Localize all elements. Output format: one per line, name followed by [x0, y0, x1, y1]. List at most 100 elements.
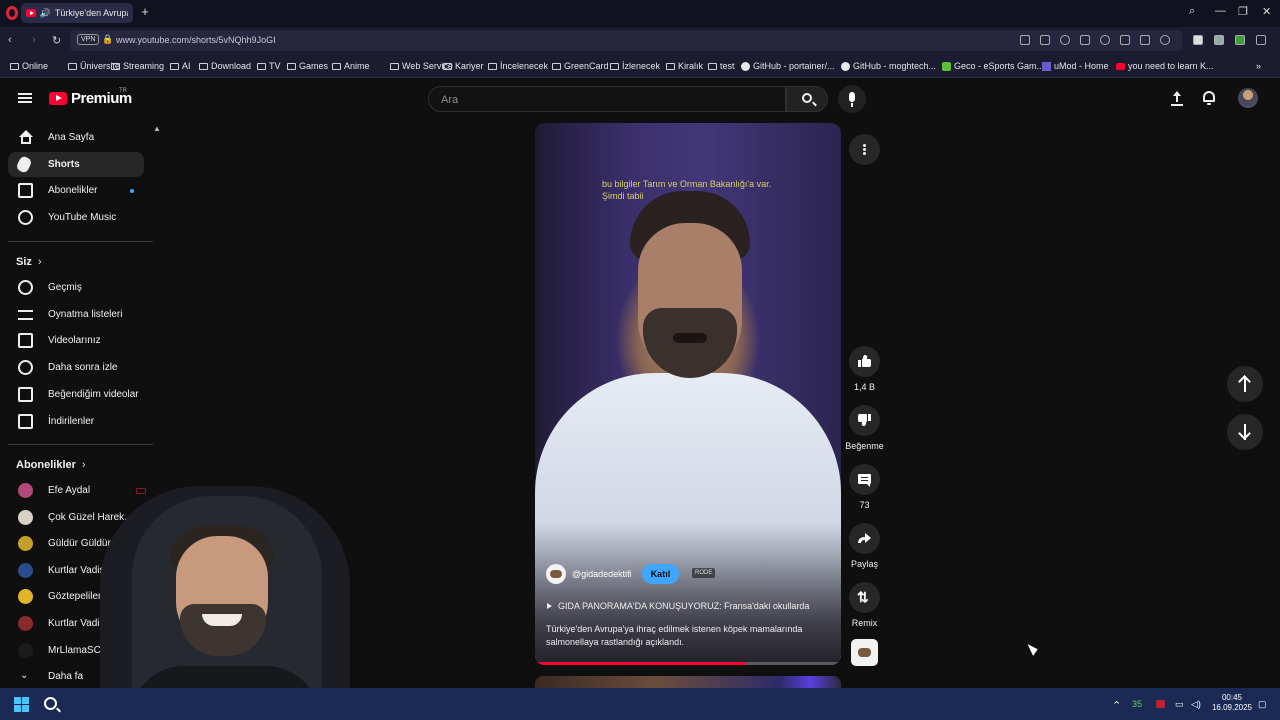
- sidebar-item[interactable]: Abonelikler: [8, 178, 144, 203]
- shield-icon[interactable]: [1060, 35, 1070, 45]
- url-text[interactable]: www.youtube.com/shorts/5vNQhh9JoGI: [116, 35, 276, 45]
- bookmark-item[interactable]: İzlenecek: [610, 61, 660, 71]
- more-bookmarks-icon[interactable]: »: [1256, 61, 1261, 71]
- windows-start-icon[interactable]: [14, 697, 29, 712]
- bookmark-item[interactable]: İncelenecek: [488, 61, 548, 71]
- back-button[interactable]: ‹: [8, 34, 12, 46]
- taskbar-search-icon[interactable]: [44, 697, 57, 710]
- bookmark-item[interactable]: Anime: [332, 61, 370, 71]
- search-input[interactable]: [441, 93, 761, 107]
- sidebar-item[interactable]: Videolarınız: [8, 328, 144, 353]
- subscriptions-section-title[interactable]: Abonelikler ›: [16, 459, 86, 471]
- menu-icon[interactable]: [1140, 35, 1150, 45]
- voice-search-button[interactable]: [838, 85, 866, 113]
- playlist-link[interactable]: GIDA PANORAMA'DA KONUŞUYORUZ: Fransa'dak…: [547, 601, 809, 611]
- previous-short-button[interactable]: [1227, 366, 1263, 402]
- browser-tab-active[interactable]: 🔊 Türkiye'den Avrupa'y: [21, 3, 133, 23]
- bookmark-item[interactable]: GreenCard: [552, 61, 609, 71]
- notification-icon[interactable]: ▢: [1258, 699, 1267, 710]
- tray-overflow-icon[interactable]: ⌃: [1112, 699, 1121, 712]
- shorts-video-player[interactable]: bu bilgiler Tarım ve Orman Bakanlığı'a v…: [535, 123, 841, 665]
- bookmark-item[interactable]: you need to learn K...: [1116, 61, 1214, 71]
- browser-search-icon[interactable]: ⌕: [1189, 5, 1195, 18]
- network-icon[interactable]: ▭: [1175, 699, 1184, 710]
- sidebar-item[interactable]: Shorts: [8, 151, 144, 177]
- heart-icon[interactable]: [1100, 35, 1110, 45]
- bookmark-item[interactable]: Games: [287, 61, 328, 71]
- video-description[interactable]: Türkiye'den Avrupa'ya ihraç edilmek iste…: [546, 623, 831, 649]
- sidebar-item[interactable]: Daha sonra izle: [8, 355, 144, 380]
- upload-icon[interactable]: [1170, 91, 1184, 107]
- speaker-icon[interactable]: 🔊: [40, 8, 51, 19]
- sidebar-scroll-up-icon[interactable]: ▲: [153, 124, 161, 133]
- lock-icon[interactable]: 🔒: [102, 34, 113, 45]
- sidebar-item[interactable]: Beğendiğim videolar: [8, 382, 144, 407]
- next-short-button[interactable]: [1227, 414, 1263, 450]
- bookmark-item[interactable]: TV: [257, 61, 281, 71]
- dislike-button[interactable]: [849, 405, 880, 436]
- more-options-button[interactable]: [849, 134, 880, 165]
- join-button[interactable]: Katıl: [641, 564, 680, 584]
- channel-name-link[interactable]: @gidadedektifi: [572, 569, 632, 579]
- forward-button[interactable]: ›: [32, 34, 36, 46]
- remix-button[interactable]: ⇅: [849, 582, 880, 613]
- sidebar-item[interactable]: YouTube Music: [8, 205, 144, 230]
- notifications-bell-icon[interactable]: [1202, 90, 1216, 106]
- download-icon[interactable]: [1120, 35, 1130, 45]
- bookmark-item[interactable]: test: [708, 61, 735, 71]
- sidebar-item[interactable]: Oynatma listeleri: [8, 302, 144, 327]
- account-icon[interactable]: [1160, 35, 1170, 45]
- play-icon[interactable]: [1080, 35, 1090, 45]
- adblock-icon[interactable]: [1214, 35, 1224, 45]
- channel-avatar[interactable]: [546, 564, 566, 584]
- close-window-button[interactable]: ✕: [1262, 5, 1271, 18]
- maximize-button[interactable]: ❐: [1238, 5, 1248, 18]
- tray-badge-green[interactable]: 35: [1132, 699, 1142, 709]
- sidebar-item-label: Abonelikler: [48, 185, 98, 197]
- bookmark-item[interactable]: Online: [10, 61, 48, 71]
- search-button[interactable]: [786, 86, 828, 112]
- minimize-button[interactable]: —: [1215, 5, 1226, 17]
- sidebar-item[interactable]: Geçmiş: [8, 275, 144, 300]
- volume-icon[interactable]: ◁): [1191, 699, 1201, 710]
- like-count: 1,4 B: [853, 382, 875, 392]
- bookmark-item[interactable]: Kiralık: [666, 61, 703, 71]
- search-box[interactable]: [428, 86, 786, 112]
- search-icon: [802, 93, 812, 103]
- tray-app-icon[interactable]: [1156, 700, 1165, 708]
- like-button[interactable]: [849, 346, 880, 377]
- comments-button[interactable]: [849, 464, 880, 495]
- share-button[interactable]: [849, 523, 880, 554]
- edit-icon[interactable]: [1020, 35, 1030, 45]
- bookmark-item[interactable]: GitHub - portainer/...: [741, 61, 835, 71]
- you-section-title[interactable]: Siz ›: [16, 256, 42, 268]
- camera-icon[interactable]: [1040, 35, 1050, 45]
- vpn-badge[interactable]: VPN: [77, 34, 100, 45]
- next-short-preview[interactable]: [535, 676, 841, 688]
- avatar[interactable]: [1238, 88, 1258, 108]
- bookmark-item[interactable]: Kariyer: [443, 61, 484, 71]
- reload-button[interactable]: ↻: [52, 34, 61, 47]
- playlists-icon: [18, 309, 33, 320]
- video-progress-bar[interactable]: [535, 662, 841, 665]
- extensions-icon[interactable]: [1256, 35, 1266, 45]
- sound-thumbnail-button[interactable]: [851, 639, 878, 666]
- bookmark-item[interactable]: Download: [199, 61, 251, 71]
- share-label: Paylaş: [850, 559, 878, 569]
- channel-avatar: [18, 589, 33, 605]
- new-tab-button[interactable]: +: [139, 5, 151, 18]
- menu-icon[interactable]: [18, 93, 32, 103]
- extension-icon[interactable]: [1193, 35, 1203, 45]
- opera-logo-icon[interactable]: [6, 6, 18, 20]
- bookmark-item[interactable]: AI: [170, 61, 191, 71]
- bookmark-item[interactable]: uMod - Home: [1042, 61, 1109, 71]
- dollar-extension-icon[interactable]: [1235, 35, 1245, 45]
- bookmark-item[interactable]: GitHub - moghtech...: [841, 61, 936, 71]
- folder-icon: [111, 62, 120, 70]
- sidebar-item[interactable]: Ana Sayfa: [8, 125, 144, 150]
- taskbar-clock[interactable]: 00:45 16.09.2025: [1206, 693, 1258, 713]
- bookmark-item[interactable]: Streaming: [111, 61, 164, 71]
- sidebar-item[interactable]: İndirilenler: [8, 409, 144, 434]
- bookmark-item[interactable]: Geco - eSports Gam...: [942, 61, 1044, 71]
- folder-icon: [68, 62, 77, 70]
